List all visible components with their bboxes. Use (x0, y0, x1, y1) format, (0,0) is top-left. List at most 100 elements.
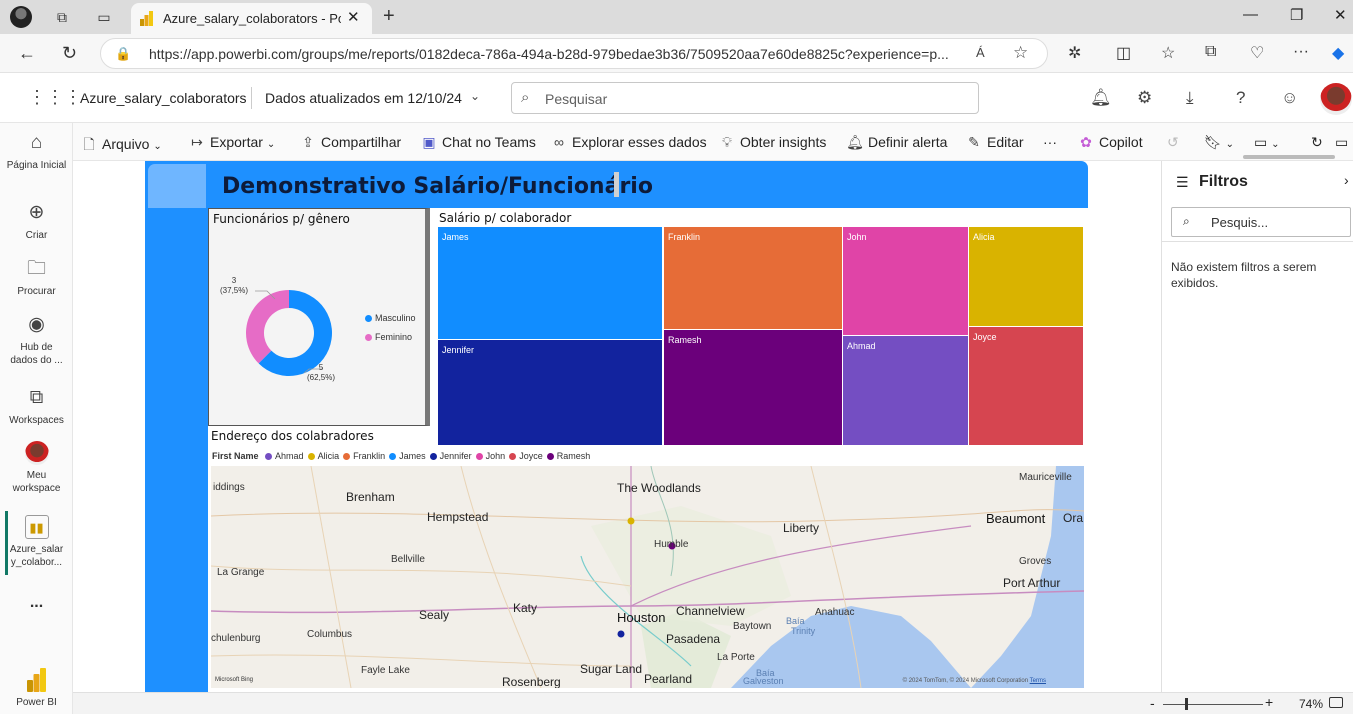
map-place-label: Katy (513, 601, 538, 615)
feedback-icon[interactable]: ☺ (1281, 88, 1298, 108)
chevron-down-icon[interactable]: ⌄ (470, 89, 480, 103)
edit-button[interactable]: ✎ Editar (965, 134, 1023, 151)
file-menu-button[interactable]: 🗋 Arquivo ⌄ (80, 134, 161, 158)
nav-browse[interactable]: 🗀 Procurar (0, 257, 73, 298)
explore-label: Explorar esses dados (572, 134, 707, 150)
zoom-slider[interactable] (1163, 704, 1263, 705)
nav-my-workspace-label: Meu workspace (12, 470, 61, 494)
donut-slice-feminino[interactable] (246, 290, 289, 364)
map-legend-item[interactable]: Jennifer (429, 451, 472, 461)
more-options-button[interactable]: ··· (1043, 134, 1057, 150)
refresh-report-icon[interactable]: ↻ (1311, 134, 1323, 151)
search-placeholder: Pesquisar (545, 91, 608, 107)
bookmark-icon[interactable]: 🔖︎ ⌄ (1204, 134, 1234, 151)
treemap-tile-james[interactable]: James (438, 227, 662, 339)
favorite-star-icon[interactable]: ☆ (1013, 43, 1028, 63)
set-alert-button[interactable]: 🔔︎ Definir alerta (846, 134, 947, 151)
map-place-label: Groves (1019, 556, 1052, 567)
split-screen-icon[interactable]: ◫ (1116, 43, 1131, 63)
nav-my-workspace[interactable]: Meu workspace (0, 441, 73, 495)
export-button[interactable]: ↦ Exportar ⌄ (188, 134, 275, 151)
gender-donut-visual[interactable]: Funcionários p/ gênero 3 (37,5%) 5 (62,5%)… (208, 208, 430, 426)
search-input[interactable]: ⌕ Pesquisar (511, 82, 979, 114)
extensions-icon[interactable]: ✲ (1068, 43, 1081, 63)
map-place-label: Rosenberg (502, 675, 561, 688)
address-map-visual[interactable]: iddings Brenham The Woodlands Mauriceville H… (211, 466, 1084, 688)
data-updated-label[interactable]: Dados atualizados em 12/10/24 (265, 90, 462, 106)
map-place-label: Baytown (733, 621, 772, 632)
report-name[interactable]: Azure_salary_colaborators (80, 90, 247, 106)
reset-icon[interactable]: ↺ (1167, 134, 1179, 151)
map-place-label: Bellville (391, 554, 425, 565)
nav-current-report[interactable]: ▮▮ Azure_salar y_colabor... (0, 515, 73, 569)
map-place-label: Humble (654, 539, 689, 550)
comment-icon[interactable]: ▭ (1335, 134, 1348, 151)
explore-data-button[interactable]: ∞ Explorar esses dados (550, 134, 707, 150)
nav-home[interactable]: ⌂ Página Inicial (0, 131, 73, 172)
map-legend-item[interactable]: Joyce (509, 451, 543, 461)
nav-create[interactable]: ⊕ Criar (0, 201, 73, 242)
map-legend: First Name Ahmad Alicia Franklin James Jenni… (212, 451, 594, 461)
download-icon[interactable]: ⤓ (1186, 88, 1194, 108)
toolbar-scrollbar[interactable] (1243, 155, 1335, 159)
collapse-filters-icon[interactable]: › (1344, 172, 1349, 188)
map-legend-item[interactable]: Ramesh (546, 451, 590, 461)
zoom-in-button[interactable]: + (1265, 694, 1273, 710)
user-avatar[interactable] (1320, 83, 1352, 115)
treemap-tile-franklin[interactable]: Franklin (664, 227, 842, 329)
browser-essentials-icon[interactable]: ♡ (1250, 43, 1264, 63)
favorites-icon[interactable]: ☆ (1161, 43, 1175, 63)
view-icon[interactable]: ▭ ⌄ (1254, 134, 1280, 151)
tab-actions-icon[interactable]: ▭ (94, 7, 114, 27)
map-legend-item[interactable]: Franklin (343, 451, 385, 461)
report-icon: ▮▮ (24, 515, 49, 539)
map-legend-item[interactable]: John (475, 451, 505, 461)
masculino-percent: (62,5%) (307, 373, 336, 382)
minimize-icon[interactable]: — (1243, 6, 1258, 23)
back-icon[interactable]: ← (18, 43, 36, 64)
share-button[interactable]: ⇪ Compartilhar (299, 134, 401, 151)
settings-more-icon[interactable]: ··· (1293, 43, 1309, 61)
fit-to-page-icon[interactable] (1329, 697, 1343, 708)
tab-close-icon[interactable]: ✕ (347, 8, 360, 26)
read-aloud-icon[interactable]: Á (976, 45, 985, 60)
window-close-icon[interactable]: ✕ (1334, 6, 1347, 24)
treemap-tile-john[interactable]: John (843, 227, 968, 335)
map-legend-item[interactable]: James (389, 451, 426, 461)
terms-link[interactable]: Terms (1030, 678, 1046, 684)
app-launcher-icon[interactable]: ⋮⋮⋮ (28, 87, 82, 108)
nav-data-hub[interactable]: ◉ Hub de dados do ... (0, 313, 73, 367)
treemap-tile-ahmad[interactable]: Ahmad (843, 336, 968, 445)
treemap-tile-alicia[interactable]: Alicia (969, 227, 1083, 326)
settings-icon[interactable]: ⚙ (1137, 88, 1152, 108)
legend-item-feminino[interactable]: Feminino (365, 332, 412, 342)
collections-icon[interactable]: ⧉ (1205, 43, 1216, 61)
teams-icon: ▣ (422, 134, 436, 150)
insights-button[interactable]: 💡︎ Obter insights (718, 134, 826, 151)
treemap-tile-jennifer[interactable]: Jennifer (438, 340, 662, 445)
browser-tab[interactable]: Azure_salary_colaborators - Power BI ✕ (131, 3, 372, 34)
copilot-button[interactable]: ✿ Copilot (1077, 134, 1142, 151)
profile-avatar[interactable] (10, 6, 32, 28)
new-tab-icon[interactable]: + (383, 5, 395, 28)
treemap-tile-joyce[interactable]: Joyce (969, 327, 1083, 445)
zoom-slider-handle[interactable] (1185, 698, 1188, 710)
copilot-browser-icon[interactable]: ◆ (1332, 43, 1344, 63)
map-legend-item[interactable]: Alicia (307, 451, 339, 461)
refresh-icon[interactable]: ↻ (62, 43, 77, 64)
help-icon[interactable]: ? (1236, 88, 1245, 108)
lock-icon[interactable]: 🔒 (115, 46, 131, 62)
treemap-tile-ramesh[interactable]: Ramesh (664, 330, 842, 445)
nav-more[interactable]: ... (0, 595, 73, 611)
url-field[interactable]: 🔒 https://app.powerbi.com/groups/me/repo… (100, 38, 1048, 69)
restore-icon[interactable]: ❐ (1290, 6, 1303, 24)
data-hub-icon: ◉ (28, 314, 45, 335)
filter-search-input[interactable]: ⌕ Pesquis... (1171, 207, 1351, 237)
nav-workspaces[interactable]: ⧉ Workspaces (0, 386, 73, 427)
legend-item-masculino[interactable]: Masculino (365, 313, 416, 323)
zoom-out-button[interactable]: - (1150, 695, 1155, 711)
map-legend-item[interactable]: Ahmad (265, 451, 304, 461)
notifications-icon[interactable]: 🔔︎ (1090, 88, 1112, 108)
teams-chat-button[interactable]: ▣ Chat no Teams (420, 134, 536, 151)
collections-icon[interactable]: ⧉ (52, 7, 72, 27)
